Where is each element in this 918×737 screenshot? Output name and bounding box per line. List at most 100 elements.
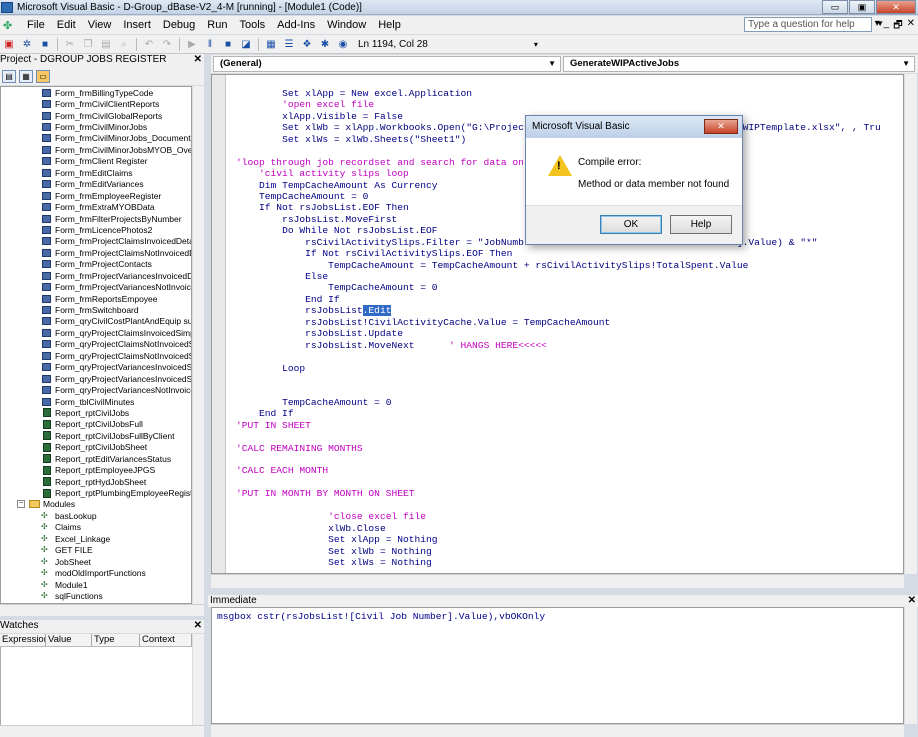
redo-icon[interactable]: ↷ bbox=[160, 38, 174, 51]
project-close-icon[interactable]: ✕ bbox=[194, 54, 202, 66]
tree-item-form[interactable]: Form_frmBillingTypeCode bbox=[1, 87, 191, 98]
tree-item-form[interactable]: Form_qryProjectVariancesInvoicedSimp bbox=[1, 362, 191, 373]
tree-item-form[interactable]: Form_frmCivilClientReports bbox=[1, 98, 191, 109]
tree-item-form[interactable]: Form_frmReportsEmpoyee bbox=[1, 293, 191, 304]
tree-folder-modules[interactable]: − Modules bbox=[1, 499, 191, 510]
tree-item-module[interactable]: ✣ sqlFunctions bbox=[1, 590, 191, 601]
view-object-icon[interactable]: ▦ bbox=[19, 69, 33, 83]
tree-item-module[interactable]: ✣ Module1 bbox=[1, 579, 191, 590]
properties-icon[interactable]: ☰ bbox=[282, 38, 296, 51]
help-icon[interactable]: ◉ bbox=[336, 38, 350, 51]
tree-item-report[interactable]: Report_rptEmployeeJPGS bbox=[1, 464, 191, 475]
tree-item-report[interactable]: Report_rptCivilJobsFullByClient bbox=[1, 430, 191, 441]
tree-item-form[interactable]: Form_frmCivilMinorJobs bbox=[1, 121, 191, 132]
tree-item-report[interactable]: Report_rptEditVariancesStatus bbox=[1, 453, 191, 464]
margin-indicator-bar[interactable] bbox=[212, 75, 226, 573]
maximize-button[interactable]: ▣ bbox=[849, 0, 875, 14]
ok-button[interactable]: OK bbox=[600, 215, 662, 234]
code-hscrollbar[interactable] bbox=[211, 574, 904, 588]
tree-item-form[interactable]: Form_qryProjectVariancesInvoicedSimp bbox=[1, 373, 191, 384]
tree-item-form[interactable]: Form_frmSwitchboard bbox=[1, 304, 191, 315]
tree-item-form[interactable]: Form_tblCivilMinutes bbox=[1, 396, 191, 407]
toolbox-icon[interactable]: ✱ bbox=[318, 38, 332, 51]
project-explorer-icon[interactable]: ▦ bbox=[264, 38, 278, 51]
mdi-restore-button[interactable]: 🗗 bbox=[893, 18, 902, 35]
object-browser-icon[interactable]: ❖ bbox=[300, 38, 314, 51]
project-hscrollbar[interactable] bbox=[0, 604, 204, 616]
tree-item-form[interactable]: Form_frmProjectVariancesNotInvoicedI bbox=[1, 281, 191, 292]
menu-window[interactable]: Window bbox=[321, 19, 372, 31]
tree-item-module[interactable]: ✣ JobSheet bbox=[1, 556, 191, 567]
tree-item-form[interactable]: Form_frmExtraMYOBData bbox=[1, 201, 191, 212]
menu-insert[interactable]: Insert bbox=[117, 19, 157, 31]
tree-item-report[interactable]: Report_rptCivilJobSheet bbox=[1, 442, 191, 453]
insert-module-icon[interactable]: ✲ bbox=[20, 38, 34, 51]
immediate-close-icon[interactable]: ✕ bbox=[908, 595, 916, 606]
collapse-icon[interactable]: − bbox=[17, 500, 25, 509]
tree-item-module[interactable]: ✣ GET FILE bbox=[1, 545, 191, 556]
help-button[interactable]: Help bbox=[670, 215, 732, 234]
minimize-button[interactable]: ▭ bbox=[822, 0, 848, 14]
tree-item-form[interactable]: Form_frmProjectClaimsInvoicedDetail bbox=[1, 236, 191, 247]
tree-item-report[interactable]: Report_rptPlumbingEmployeeRegister bbox=[1, 487, 191, 498]
find-icon[interactable]: ⌕ bbox=[117, 38, 131, 51]
tree-item-form[interactable]: Form_qryProjectVariancesNotInvoicedS bbox=[1, 384, 191, 395]
toggle-folders-icon[interactable]: ▭ bbox=[36, 69, 50, 83]
design-mode-icon[interactable]: ◪ bbox=[239, 38, 253, 51]
tree-item-form[interactable]: Form_frmCivilMinorJobs_Documents bbox=[1, 133, 191, 144]
break-icon[interactable]: ‖ bbox=[203, 38, 217, 51]
access-view-icon[interactable]: ▣ bbox=[2, 38, 16, 51]
col-type[interactable]: Type bbox=[92, 634, 140, 646]
paste-icon[interactable]: ▤ bbox=[99, 38, 113, 51]
tree-item-report[interactable]: Report_rptCivilJobsFull bbox=[1, 419, 191, 430]
run-icon[interactable]: ▶ bbox=[185, 38, 199, 51]
immediate-window[interactable]: msgbox cstr(rsJobsList![Civil Job Number… bbox=[211, 607, 904, 724]
ask-question-input[interactable]: Type a question for help bbox=[744, 17, 872, 32]
tree-item-module[interactable]: ✣ Excel_Linkage bbox=[1, 533, 191, 544]
menu-view[interactable]: View bbox=[82, 19, 118, 31]
toolbar-options-icon[interactable]: ▾ bbox=[534, 40, 538, 49]
cut-icon[interactable]: ✂ bbox=[63, 38, 77, 51]
code-scrollbar[interactable] bbox=[904, 74, 917, 574]
watches-scrollbar[interactable] bbox=[192, 634, 204, 725]
view-code-icon[interactable]: ▤ bbox=[2, 69, 16, 83]
tree-item-form[interactable]: Form_qryProjectClaimsInvoicedSimple s bbox=[1, 327, 191, 338]
tree-item-form[interactable]: Form_frmCivilMinorJobsMYOB_Overvie bbox=[1, 144, 191, 155]
tree-item-form[interactable]: Form_frmProjectClaimsNotInvoicedDet bbox=[1, 247, 191, 258]
col-expression[interactable]: Expression bbox=[0, 634, 46, 646]
col-value[interactable]: Value bbox=[46, 634, 92, 646]
tree-item-form[interactable]: Form_frmProjectVariancesInvoicedDeta bbox=[1, 270, 191, 281]
menu-tools[interactable]: Tools bbox=[233, 19, 271, 31]
tree-item-form[interactable]: Form_frmCivilGlobalReports bbox=[1, 110, 191, 121]
mdi-dropdown-button[interactable]: ▾ bbox=[875, 18, 880, 35]
menu-addins[interactable]: Add-Ins bbox=[271, 19, 321, 31]
tree-item-report[interactable]: Report_rptCivilJobs bbox=[1, 407, 191, 418]
col-context[interactable]: Context bbox=[140, 634, 192, 646]
tree-item-module[interactable]: ✣ basLookup bbox=[1, 510, 191, 521]
menu-edit[interactable]: Edit bbox=[51, 19, 82, 31]
save-icon[interactable]: ■ bbox=[38, 38, 52, 51]
reset-icon[interactable]: ■ bbox=[221, 38, 235, 51]
project-scrollbar[interactable] bbox=[192, 86, 204, 604]
tree-item-module[interactable]: ✣ modOldImportFunctions bbox=[1, 567, 191, 578]
tree-item-form[interactable]: Form_qryProjectClaimsNotInvoicedSwit bbox=[1, 350, 191, 361]
tree-item-report[interactable]: Report_rptHydJobSheet bbox=[1, 476, 191, 487]
object-combo[interactable]: (General) ▼ bbox=[213, 56, 561, 72]
immediate-hscrollbar[interactable] bbox=[211, 724, 904, 737]
tree-item-form[interactable]: Form_frmFilterProjectsByNumber bbox=[1, 213, 191, 224]
menu-run[interactable]: Run bbox=[201, 19, 233, 31]
watches-close-icon[interactable]: ✕ bbox=[194, 620, 202, 632]
copy-icon[interactable]: ❐ bbox=[81, 38, 95, 51]
dialog-close-button[interactable]: ✕ bbox=[704, 119, 738, 134]
tree-item-form[interactable]: Form_frmProjectContacts bbox=[1, 259, 191, 270]
tree-item-form[interactable]: Form_frmEmployeeRegister bbox=[1, 190, 191, 201]
menu-debug[interactable]: Debug bbox=[157, 19, 201, 31]
watches-hscrollbar[interactable] bbox=[0, 725, 204, 737]
close-button[interactable]: ✕ bbox=[876, 0, 916, 14]
procedure-combo[interactable]: GenerateWIPActiveJobs ▼ bbox=[563, 56, 915, 72]
watches-list[interactable] bbox=[0, 647, 192, 725]
tree-item-form[interactable]: Form_frmEditClaims bbox=[1, 167, 191, 178]
tree-item-form[interactable]: Form_frmLicencePhotos2 bbox=[1, 224, 191, 235]
menu-file[interactable]: File bbox=[21, 19, 51, 31]
immediate-scrollbar[interactable] bbox=[904, 607, 917, 724]
